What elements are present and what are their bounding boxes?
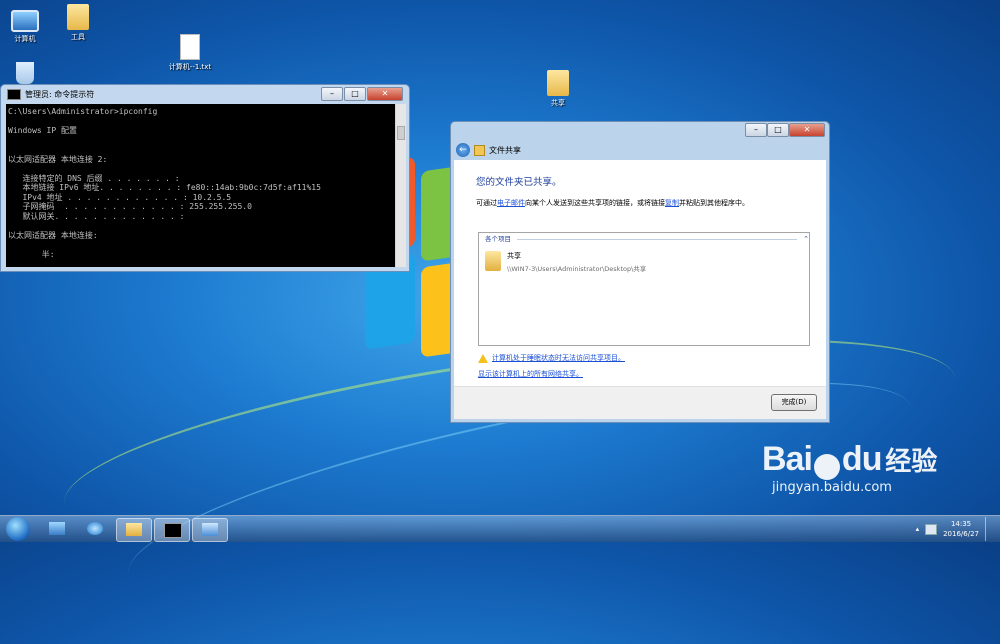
cmd-output-line xyxy=(8,164,393,174)
sleep-warning-link[interactable]: 计算机处于睡眠状态时无法访问共享项目。 xyxy=(492,353,625,363)
share-icon xyxy=(474,144,485,156)
cmd-output-line: 默认网关. . . . . . . . . . . . . : xyxy=(8,211,185,221)
taskbar: ▴ 14:35 2016/6/27 xyxy=(0,515,1000,542)
close-button[interactable]: ✕ xyxy=(789,123,825,137)
folder-icon xyxy=(67,4,89,30)
dialog-heading: 您的文件夹已共享。 xyxy=(476,177,562,188)
baidu-jingyan-watermark: Bai du 经验 jingyan.baidu.com xyxy=(762,440,938,495)
desktop-icon-text-file[interactable]: 计算机--1.txt xyxy=(160,34,220,72)
collapse-chevron-icon[interactable]: ⌃ xyxy=(803,233,809,245)
warning-icon xyxy=(478,353,488,363)
minimize-button[interactable]: – xyxy=(321,87,343,101)
cmd-output-line: C:\Users\Administrator>ipconfig xyxy=(8,107,158,116)
network-icon xyxy=(202,523,218,536)
minimize-button[interactable]: – xyxy=(745,123,767,137)
shared-items-list[interactable]: 各个项目 ⌃ 共享 \\WIN7-3\Users\Administrator\D… xyxy=(478,232,810,346)
cmd-output-line: 以太网适配器 本地连接: xyxy=(8,230,98,240)
cmd-icon xyxy=(7,88,21,100)
system-tray: ▴ 14:35 2016/6/27 xyxy=(916,516,994,542)
internet-explorer-icon xyxy=(87,522,103,535)
start-button[interactable] xyxy=(6,517,30,541)
item-path: \\WIN7-3\Users\Administrator\Desktop\共享 xyxy=(507,265,647,273)
cmd-icon xyxy=(164,523,182,538)
taskbar-server-manager[interactable] xyxy=(40,518,74,540)
dialog-description: 可通过电子邮件向某个人发送到这些共享项的链接，或将链接复制并粘贴到其他程序中。 xyxy=(476,199,749,207)
taskbar-cmd[interactable] xyxy=(154,518,190,542)
done-button[interactable]: 完成(D) xyxy=(771,394,817,411)
taskbar-explorer[interactable] xyxy=(116,518,152,542)
cmd-output-line: 半: xyxy=(8,249,55,259)
list-item[interactable]: 共享 \\WIN7-3\Users\Administrator\Desktop\… xyxy=(485,251,646,273)
cmd-titlebar[interactable]: 管理员: 命令提示符 – □ ✕ xyxy=(1,85,409,103)
cmd-title: 管理员: 命令提示符 xyxy=(25,89,95,99)
dialog-title: 文件共享 xyxy=(489,145,521,155)
cmd-output-line: IPv4 地址 . . . . . . . . . . . . : 10.2.5… xyxy=(8,192,232,202)
cmd-window[interactable]: 管理员: 命令提示符 – □ ✕ C:\Users\Administrator>… xyxy=(0,84,410,272)
cmd-scrollbar[interactable] xyxy=(396,104,406,267)
email-link[interactable]: 电子邮件 xyxy=(497,199,525,207)
close-button[interactable]: ✕ xyxy=(367,87,403,101)
server-manager-icon xyxy=(49,522,65,535)
baidu-paw-icon xyxy=(813,453,840,480)
cmd-output-line: Windows IP 配置 xyxy=(8,126,77,135)
clock[interactable]: 14:35 2016/6/27 xyxy=(943,519,979,539)
cmd-output-line xyxy=(8,221,393,231)
cmd-output-line xyxy=(8,145,393,155)
taskbar-internet-explorer[interactable] xyxy=(78,518,112,540)
cmd-output-line xyxy=(8,136,393,146)
show-desktop-button[interactable] xyxy=(985,517,994,541)
cmd-output-line: 本地链接 IPv6 地址. . . . . . . . : fe80::14ab… xyxy=(8,183,321,192)
desktop-icon-tools[interactable]: 工具 xyxy=(48,4,108,42)
cmd-output-line: 以太网适配器 本地连接 2: xyxy=(8,154,108,164)
text-file-icon xyxy=(180,34,200,60)
computer-icon xyxy=(11,10,39,32)
show-all-shares-link[interactable]: 显示该计算机上的所有网络共享。 xyxy=(478,370,583,378)
cmd-output-line xyxy=(8,240,393,250)
folder-icon xyxy=(126,523,142,536)
cmd-output[interactable]: C:\Users\Administrator>ipconfig Windows … xyxy=(6,104,395,267)
list-group-header[interactable]: 各个项目 ⌃ xyxy=(479,233,809,245)
desktop-icon-recycle-bin[interactable] xyxy=(0,62,55,86)
file-sharing-dialog[interactable]: – □ ✕ ← 文件共享 您的文件夹已共享。 可通过电子邮件向某个人发送到这些共… xyxy=(450,121,830,423)
copy-link[interactable]: 复制 xyxy=(665,199,679,207)
show-all-shares: 显示该计算机上的所有网络共享。 xyxy=(478,369,583,379)
back-arrow-icon[interactable]: ← xyxy=(456,143,470,157)
cmd-output-line: 子网掩码 . . . . . . . . . . . . : 255.255.2… xyxy=(8,202,252,211)
maximize-button[interactable]: □ xyxy=(344,87,366,101)
cmd-output-line xyxy=(8,117,393,127)
folder-icon xyxy=(547,70,569,96)
recycle-bin-icon xyxy=(16,62,34,84)
desktop-icon-computer[interactable]: 计算机 xyxy=(0,6,55,44)
sleep-warning: 计算机处于睡眠状态时无法访问共享项目。 xyxy=(478,353,625,363)
taskbar-network[interactable] xyxy=(192,518,228,542)
tray-expand-icon[interactable]: ▴ xyxy=(916,525,920,533)
maximize-button[interactable]: □ xyxy=(767,123,789,137)
folder-icon xyxy=(485,251,501,271)
desktop-icon-share-folder[interactable]: 共享 xyxy=(528,70,588,108)
item-name: 共享 xyxy=(507,252,521,260)
cmd-output-line: 连接特定的 DNS 后缀 . . . . . . . : xyxy=(8,173,180,183)
network-status-icon[interactable] xyxy=(925,523,938,535)
